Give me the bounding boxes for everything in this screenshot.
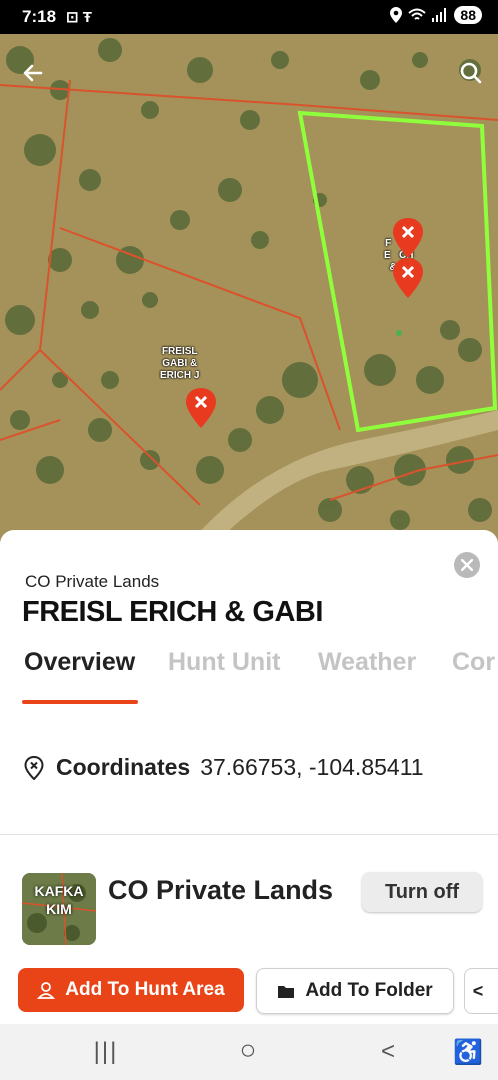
add-to-hunt-area-button[interactable]: Add To Hunt Area bbox=[18, 968, 244, 1012]
coordinates-label: Coordinates bbox=[56, 754, 191, 780]
add-to-folder-label: Add To Folder bbox=[305, 980, 433, 1001]
layer-thumbnail-text: KAFKA bbox=[34, 883, 84, 899]
status-bar: 7:18 ⊡ Ŧ 88 bbox=[0, 0, 498, 34]
close-button[interactable] bbox=[454, 552, 480, 578]
map-pin[interactable] bbox=[186, 388, 216, 428]
back-button[interactable] bbox=[18, 58, 48, 88]
satellite-imagery bbox=[0, 0, 498, 548]
active-tab-indicator bbox=[22, 700, 138, 704]
tab-hunt-unit[interactable]: Hunt Unit bbox=[168, 648, 280, 677]
add-to-folder-button[interactable]: Add To Folder bbox=[256, 968, 454, 1014]
parcel-details-sheet: CO Private Lands FREISL ERICH & GABI Ove… bbox=[0, 530, 498, 1024]
arrow-left-icon bbox=[23, 64, 43, 82]
recents-button[interactable]: ||| bbox=[86, 1038, 126, 1066]
search-icon bbox=[460, 62, 482, 84]
map-pin[interactable] bbox=[393, 218, 423, 258]
tab-bar: Overview Hunt Unit Weather Cor bbox=[0, 648, 498, 690]
map-view[interactable]: FREISLGABI &ERICH J F SLE CH& I bbox=[0, 0, 498, 548]
layer-row-name: CO Private Lands bbox=[108, 875, 334, 905]
battery-indicator: 88 bbox=[454, 6, 482, 24]
search-button[interactable] bbox=[456, 58, 486, 88]
back-nav-button[interactable]: < bbox=[368, 1038, 408, 1066]
location-pin-icon bbox=[24, 755, 44, 780]
tab-weather[interactable]: Weather bbox=[318, 648, 416, 677]
folder-icon bbox=[278, 986, 295, 998]
hunt-area-icon bbox=[37, 982, 56, 999]
accessibility-button[interactable]: ♿ bbox=[448, 1038, 488, 1067]
share-button[interactable]: < bbox=[464, 968, 498, 1014]
status-time: 7:18 bbox=[22, 7, 57, 26]
tab-more[interactable]: Cor bbox=[452, 648, 495, 677]
turn-off-button[interactable]: Turn off bbox=[362, 872, 482, 912]
coordinates-value: 37.66753, -104.85411 bbox=[200, 754, 424, 780]
location-icon bbox=[390, 7, 403, 23]
map-pin-selected[interactable] bbox=[393, 258, 423, 298]
wifi-icon bbox=[408, 8, 427, 20]
divider bbox=[0, 834, 498, 835]
layer-thumbnail-text: KIM bbox=[46, 901, 72, 917]
notification-icons: ⊡ Ŧ bbox=[66, 9, 92, 26]
coordinates-row[interactable]: Coordinates 37.66753, -104.85411 bbox=[24, 754, 424, 781]
add-to-hunt-area-label: Add To Hunt Area bbox=[65, 979, 225, 1000]
system-nav-bar: ||| ○ < ♿ bbox=[0, 1024, 498, 1080]
signal-icon bbox=[432, 8, 447, 22]
layer-thumbnail: KAFKA KIM bbox=[22, 873, 96, 945]
home-button[interactable]: ○ bbox=[228, 1034, 268, 1066]
layer-name: CO Private Lands bbox=[25, 572, 160, 591]
share-icon: < bbox=[472, 980, 484, 1001]
tab-overview[interactable]: Overview bbox=[24, 648, 135, 677]
parcel-title: FREISL ERICH & GABI bbox=[22, 596, 323, 628]
close-icon bbox=[461, 559, 473, 571]
parcel-label: FREISL GABI & ERICH J bbox=[160, 346, 200, 381]
